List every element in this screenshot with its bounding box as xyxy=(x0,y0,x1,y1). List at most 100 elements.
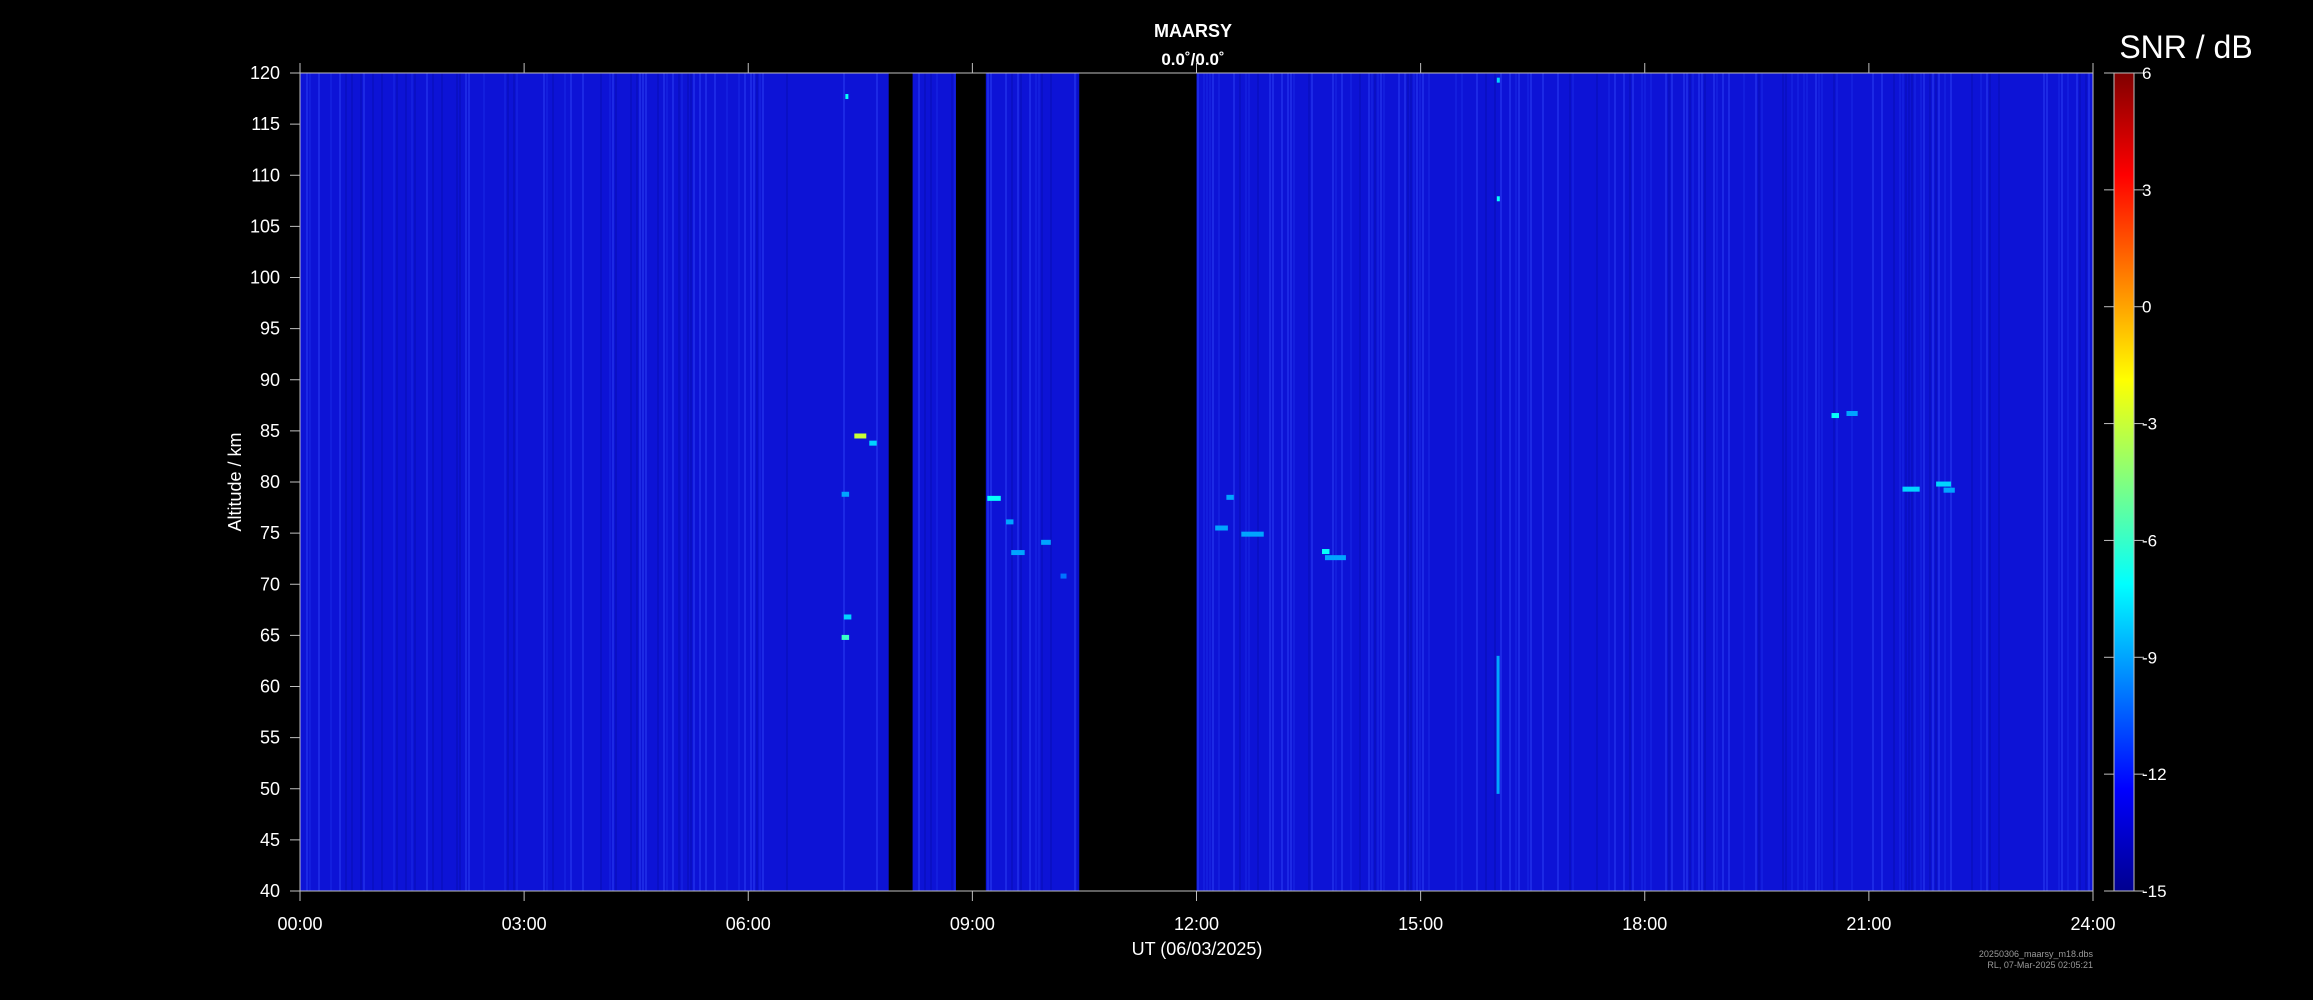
noise-streak xyxy=(1686,73,1688,891)
echo-mark xyxy=(869,440,877,446)
noise-streak xyxy=(1989,73,1991,891)
noise-streak xyxy=(744,73,746,891)
noise-streak xyxy=(1836,73,1838,891)
noise-streak xyxy=(582,73,584,891)
x-tick-label: 21:00 xyxy=(1846,914,1891,934)
noise-streak xyxy=(600,73,602,891)
x-tick-label: 09:00 xyxy=(950,914,995,934)
echo-mark xyxy=(1005,519,1014,525)
echo-mark xyxy=(1943,487,1955,493)
x-axis-label: UT (06/03/2025) xyxy=(1132,939,1263,959)
noise-streak xyxy=(645,73,647,891)
noise-streak xyxy=(1509,73,1511,891)
noise-streak xyxy=(441,73,443,891)
echo-mark xyxy=(1041,539,1051,545)
noise-streak xyxy=(1368,73,1370,891)
noise-streak xyxy=(1050,73,1052,891)
noise-streak xyxy=(2079,73,2081,891)
noise-streak xyxy=(1233,73,1235,891)
noise-streak xyxy=(1290,73,1292,891)
noise-streak xyxy=(1716,73,1718,891)
echo-mark xyxy=(1060,573,1067,579)
noise-streak xyxy=(396,73,398,891)
noise-streak xyxy=(426,73,428,891)
noise-streak xyxy=(1527,73,1529,891)
y-tick-label: 50 xyxy=(260,779,280,799)
noise-streak xyxy=(468,73,470,891)
noise-streak xyxy=(1017,73,1019,891)
y-axis: 40 45 50 55 60 65 70 75 80 85 90 95 100 105 110 115 120 xyxy=(250,63,300,901)
noise-streak xyxy=(1287,73,1289,891)
noise-streak xyxy=(1818,73,1820,891)
noise-streak xyxy=(318,73,320,891)
noise-streak xyxy=(2067,73,2069,891)
noise-streak xyxy=(1881,73,1883,891)
noise-streak xyxy=(1074,73,1076,891)
noise-streak xyxy=(1692,73,1694,891)
noise-streak xyxy=(936,73,938,891)
noise-streak xyxy=(1494,73,1496,891)
noise-streak xyxy=(1239,73,1241,891)
noise-streak xyxy=(411,73,413,891)
x-tick-label: 24:00 xyxy=(2070,914,2115,934)
noise-streak xyxy=(954,73,956,891)
noise-streak xyxy=(1761,73,1763,891)
noise-streak xyxy=(1005,73,1007,891)
plot-area xyxy=(300,73,2093,891)
noise-streak xyxy=(663,73,665,891)
noise-streak xyxy=(1374,73,1376,891)
noise-streak xyxy=(1623,73,1625,891)
y-tick-label: 60 xyxy=(260,677,280,697)
y-tick-label: 105 xyxy=(250,216,280,236)
noise-streak xyxy=(504,73,506,891)
noise-streak xyxy=(759,73,761,891)
noise-streak xyxy=(1743,73,1745,891)
noise-streak xyxy=(1476,73,1478,891)
noise-streak xyxy=(1911,73,1913,891)
noise-streak xyxy=(2061,73,2063,891)
noise-streak xyxy=(1257,73,1259,891)
noise-streak xyxy=(1515,73,1517,891)
noise-streak xyxy=(1614,73,1616,891)
noise-streak xyxy=(1596,73,1598,891)
noise-streak xyxy=(372,73,374,891)
noise-streak xyxy=(1416,73,1418,891)
noise-streak xyxy=(1206,73,1208,891)
y-tick-label: 70 xyxy=(260,574,280,594)
noise-streak xyxy=(1203,73,1205,891)
colorbar-title: SNR / dB xyxy=(2119,29,2252,65)
noise-streak xyxy=(1569,73,1571,891)
y-tick-label: 100 xyxy=(250,268,280,288)
data-gap xyxy=(955,73,986,891)
noise-streak xyxy=(1350,73,1352,891)
noise-streak xyxy=(630,73,632,891)
noise-streak xyxy=(1689,73,1691,891)
echo-mark xyxy=(1226,494,1234,500)
noise-streak xyxy=(699,73,701,891)
noise-streak xyxy=(1971,73,1973,891)
noise-streak xyxy=(2043,73,2045,891)
noise-streak xyxy=(1377,73,1379,891)
echo-mark xyxy=(845,94,849,100)
noise-streak xyxy=(1608,73,1610,891)
noise-streak xyxy=(1833,73,1835,891)
noise-streak xyxy=(1419,73,1421,891)
noise-streak xyxy=(360,73,362,891)
noise-streak xyxy=(1410,73,1412,891)
noise-streak xyxy=(2088,73,2090,891)
echo-mark xyxy=(1846,410,1858,416)
noise-streak xyxy=(552,73,554,891)
noise-streak xyxy=(1905,73,1907,891)
noise-streak xyxy=(1011,73,1013,891)
x-tick-label: 18:00 xyxy=(1622,914,1667,934)
noise-streak xyxy=(1035,73,1037,891)
echo-mark xyxy=(1324,555,1346,561)
noise-streak xyxy=(1998,73,2000,891)
noise-streak xyxy=(1851,73,1853,891)
noise-streak xyxy=(1197,73,1199,891)
noise-streak xyxy=(1782,73,1784,891)
colorbar-tick-label: -3 xyxy=(2142,415,2157,434)
noise-streak xyxy=(639,73,641,891)
footer-timestamp: RL, 07-Mar-2025 02:05:21 xyxy=(1987,960,2093,970)
noise-streak xyxy=(1212,73,1214,891)
